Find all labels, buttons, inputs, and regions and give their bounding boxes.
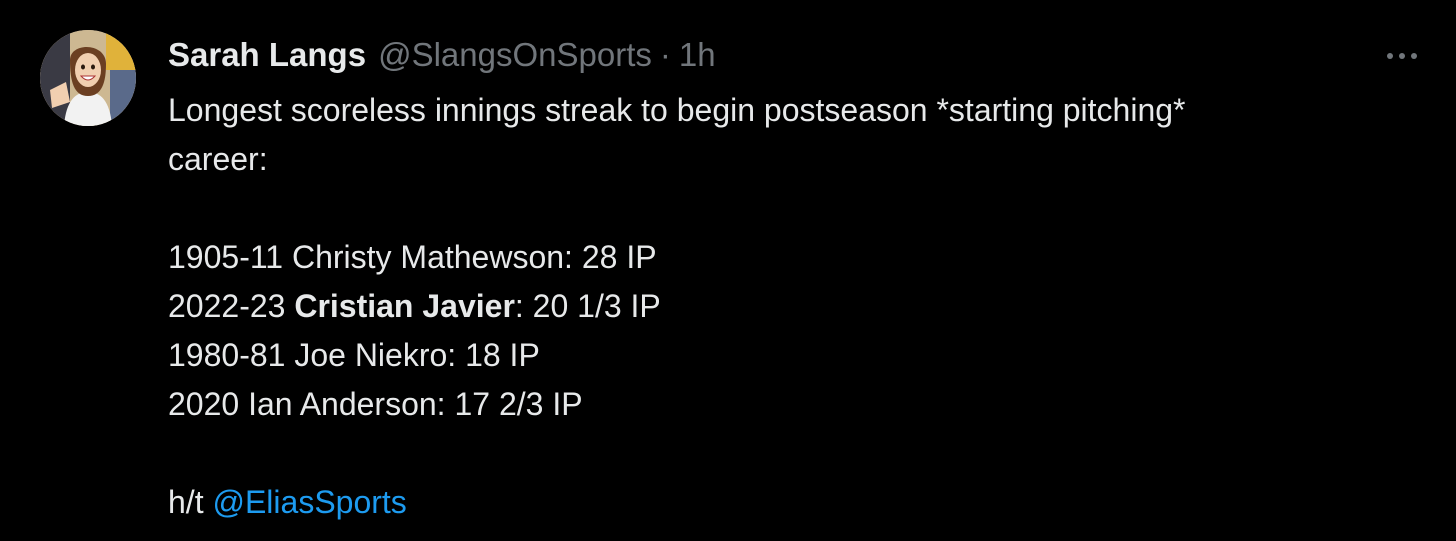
list-item-stat: : 28 IP <box>564 239 657 275</box>
list-item-name: Ian Anderson <box>248 386 437 422</box>
tweet-header: Sarah Langs @SlangsOnSports · 1h <box>168 34 716 76</box>
list-item-name: Joe Niekro <box>294 337 448 373</box>
avatar[interactable] <box>40 30 136 126</box>
more-dots-icon[interactable] <box>1378 42 1426 70</box>
dot <box>1399 53 1405 59</box>
tweet-timestamp[interactable]: 1h <box>679 34 716 76</box>
list-item-stat: : 17 2/3 IP <box>436 386 583 422</box>
dot <box>1411 53 1417 59</box>
list-item-years: 2020 <box>168 386 249 422</box>
tweet-text-line: Longest scoreless innings streak to begi… <box>168 92 1186 128</box>
user-avatar-icon <box>40 30 136 126</box>
mention-link[interactable]: @EliasSports <box>212 484 406 520</box>
tweet-text-line: career: <box>168 141 268 177</box>
list-item: 2020 Ian Anderson: 17 2/3 IP <box>168 380 1398 429</box>
list-item-years: 2022-23 <box>168 288 295 324</box>
list-item: 1905-11 Christy Mathewson: 28 IP <box>168 233 1398 282</box>
list-item-stat: : 18 IP <box>447 337 540 373</box>
list-item: 1980-81 Joe Niekro: 18 IP <box>168 331 1398 380</box>
tweet: Sarah Langs @SlangsOnSports · 1h Longest… <box>0 0 1456 541</box>
list-item-years: 1980-81 <box>168 337 295 373</box>
author-handle[interactable]: @SlangsOnSports <box>378 34 652 76</box>
dot <box>1387 53 1393 59</box>
list-item-name-highlighted: Cristian Javier <box>294 288 515 324</box>
tweet-text: Longest scoreless innings streak to begi… <box>168 86 1398 527</box>
author-display-name[interactable]: Sarah Langs <box>168 34 366 76</box>
hat-tip-prefix: h/t <box>168 484 213 520</box>
list-item-years: 1905-11 <box>168 239 292 275</box>
list-item-name: Christy Mathewson <box>291 239 565 275</box>
header-separator: · <box>659 36 671 73</box>
list-item-stat: : 20 1/3 IP <box>514 288 661 324</box>
list-item: 2022-23 Cristian Javier: 20 1/3 IP <box>168 282 1398 331</box>
hat-tip-line: h/t @EliasSports <box>168 478 1398 527</box>
